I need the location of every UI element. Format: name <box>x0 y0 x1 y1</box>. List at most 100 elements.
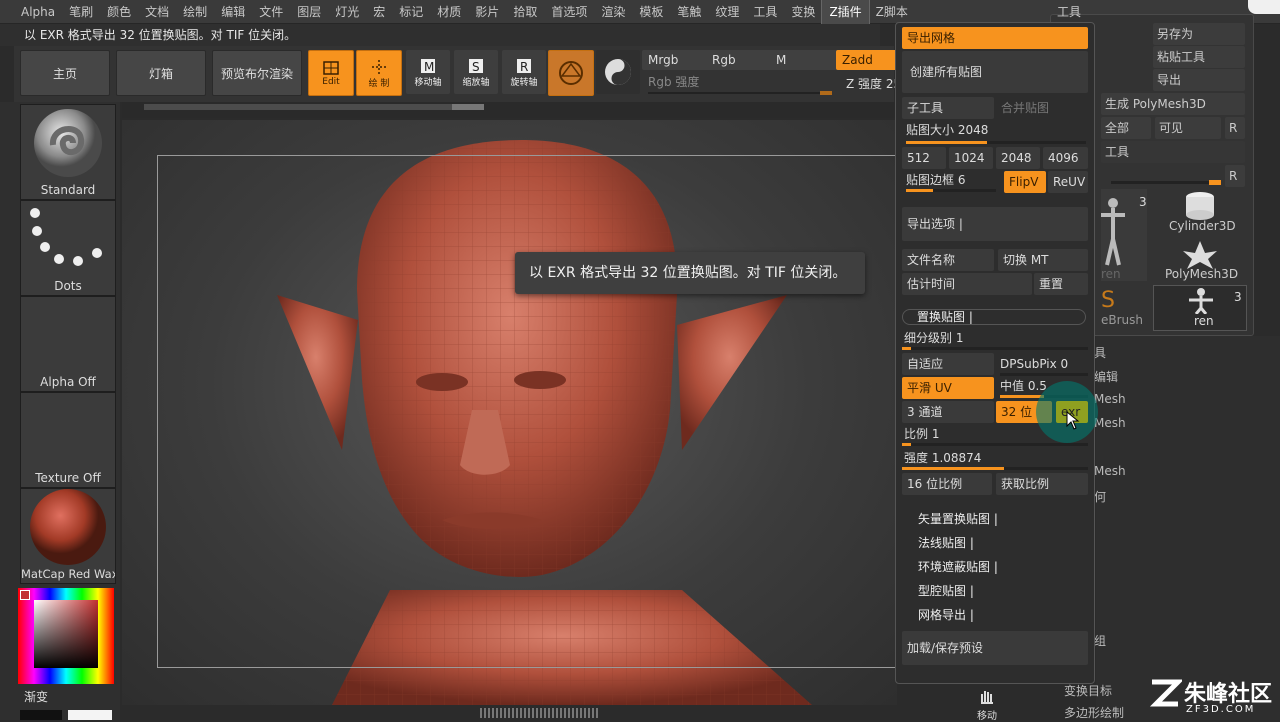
load-save-preset-button[interactable]: 加载/保存预设 <box>902 631 1088 665</box>
get-scale-button[interactable]: 获取比例 <box>996 473 1088 495</box>
export-button[interactable]: 导出 <box>1153 69 1245 91</box>
m-button[interactable]: M <box>770 50 842 70</box>
menu-edit[interactable]: 编辑 <box>214 0 252 24</box>
paste-tool-button[interactable]: 粘贴工具 <box>1153 46 1245 68</box>
menu-document[interactable]: 文档 <box>138 0 176 24</box>
tool-slider-knob[interactable] <box>1209 180 1221 185</box>
polymesh-tool-thumb[interactable]: PolyMesh3D <box>1153 239 1247 285</box>
size-1024-button[interactable]: 1024 <box>949 147 993 169</box>
menu-zscript[interactable]: Z脚本 <box>869 0 915 24</box>
lightbox-button[interactable]: 灯箱 <box>116 50 206 96</box>
horizontal-scroll-thumb[interactable] <box>452 104 484 110</box>
scale-button[interactable]: S 缩放轴 <box>454 50 498 94</box>
normal-map-section[interactable]: 法线贴图 | <box>902 535 1104 551</box>
horizontal-scroll-track[interactable] <box>144 104 484 110</box>
visible-button[interactable]: 可见 <box>1155 117 1221 139</box>
vector-displacement-section[interactable]: 矢量置换贴图 | <box>902 511 1104 527</box>
menu-zplugin[interactable]: Z插件 <box>821 0 870 25</box>
color-picker[interactable] <box>18 588 114 684</box>
menu-preferences[interactable]: 首选项 <box>544 0 594 24</box>
tool-slider-track[interactable] <box>1111 181 1221 184</box>
brush-thumbnail[interactable]: Standard <box>20 104 116 200</box>
menu-movie[interactable]: 影片 <box>468 0 506 24</box>
create-all-maps-button[interactable]: 创建所有贴图 <box>902 51 1088 93</box>
canvas-viewport[interactable] <box>122 120 897 705</box>
bit16-scale-button[interactable]: 16 位比例 <box>902 473 992 495</box>
dpsubpix-slider[interactable]: DPSubPix 0 <box>1000 353 1088 375</box>
rotate-button[interactable]: R 旋转轴 <box>502 50 546 94</box>
tray-item-5[interactable]: Mesh <box>1094 464 1126 478</box>
r2-button[interactable]: R <box>1225 165 1245 187</box>
alpha-thumbnail[interactable]: Alpha Off <box>20 296 116 392</box>
menu-marker[interactable]: 标记 <box>392 0 430 24</box>
material-thumbnail[interactable]: MatCap Red Wax <box>20 488 116 584</box>
adaptive-button[interactable]: 自适应 <box>902 353 994 375</box>
menu-render[interactable]: 渲染 <box>594 0 632 24</box>
edit-button[interactable]: Edit <box>308 50 354 96</box>
cylinder-tool-thumb[interactable]: Cylinder3D <box>1153 189 1247 237</box>
sphere-material-button[interactable] <box>548 50 594 96</box>
menu-stroke[interactable]: 笔触 <box>670 0 708 24</box>
menu-texture[interactable]: 纹理 <box>708 0 746 24</box>
subdiv-level-slider[interactable] <box>902 347 1088 350</box>
reuv-button[interactable]: ReUV <box>1048 171 1088 193</box>
switch-mt-button[interactable]: 切换 MT <box>998 249 1088 271</box>
gyro-button[interactable] <box>596 50 640 94</box>
menu-tool[interactable]: 工具 <box>746 0 784 24</box>
bottom-scroll-handle[interactable] <box>480 708 600 718</box>
tray-item-7[interactable]: 组 <box>1094 632 1106 649</box>
export-mesh-title[interactable]: 导出网格 <box>902 27 1088 49</box>
home-button[interactable]: 主页 <box>20 50 110 96</box>
ambient-occlusion-section[interactable]: 环境遮蔽贴图 | <box>902 559 1104 575</box>
menu-material[interactable]: 材质 <box>430 0 468 24</box>
menu-color[interactable]: 颜色 <box>100 0 138 24</box>
channels-button[interactable]: 3 通道 <box>902 401 994 423</box>
tray-item-1[interactable]: 具 <box>1094 344 1106 361</box>
rgb-intensity-slider[interactable]: Rgb 强度 <box>642 72 842 92</box>
tray-item-6[interactable]: 何 <box>1094 488 1106 505</box>
menu-layer[interactable]: 图层 <box>290 0 328 24</box>
file-name-button[interactable]: 文件名称 <box>902 249 994 271</box>
scale-slider[interactable] <box>902 443 1088 446</box>
secondary-color-swatch[interactable] <box>20 710 62 720</box>
main-color-swatch[interactable] <box>20 590 30 600</box>
simplebrush-tool-thumb[interactable]: S eBrush <box>1101 287 1151 331</box>
move-hand-button[interactable]: 移动 <box>970 688 1004 722</box>
polypaint-item[interactable]: 多边形绘制 <box>1064 704 1124 721</box>
menu-light[interactable]: 灯光 <box>328 0 366 24</box>
all-button[interactable]: 全部 <box>1101 117 1151 139</box>
menu-transform[interactable]: 变换 <box>784 0 822 24</box>
mesh-export-section[interactable]: 网格导出 | <box>902 607 1104 623</box>
move-button[interactable]: M 移动轴 <box>406 50 450 94</box>
primary-color-swatch[interactable] <box>68 710 112 720</box>
transform-target-item[interactable]: 变换目标 <box>1064 682 1112 699</box>
menu-picker[interactable]: 拾取 <box>506 0 544 24</box>
menu-draw[interactable]: 绘制 <box>176 0 214 24</box>
subtool-button[interactable]: 子工具 <box>902 97 994 119</box>
preview-boolean-render-button[interactable]: 预览布尔渲染 <box>212 50 302 96</box>
r-button[interactable]: R <box>1225 117 1245 139</box>
ren2-tool-thumb[interactable]: ren 3 <box>1153 285 1247 331</box>
rgb-button[interactable]: Rgb <box>706 50 776 70</box>
tray-item-3[interactable]: Mesh <box>1094 392 1126 406</box>
texture-thumbnail[interactable]: Texture Off <box>20 392 116 488</box>
mrgb-button[interactable]: Mrgb <box>642 50 712 70</box>
displacement-map-section[interactable]: 置换贴图 | <box>902 309 1086 325</box>
reset-button[interactable]: 重置 <box>1034 273 1088 295</box>
flipv-button[interactable]: FlipV <box>1004 171 1046 193</box>
merge-maps-button[interactable]: 合并贴图 <box>996 97 1088 119</box>
tray-item-4[interactable]: Mesh <box>1094 416 1126 430</box>
size-4096-button[interactable]: 4096 <box>1043 147 1088 169</box>
size-2048-button[interactable]: 2048 <box>996 147 1040 169</box>
smooth-uv-button[interactable]: 平滑 UV <box>902 377 994 399</box>
export-options-section[interactable]: 导出选项 | <box>902 207 1088 241</box>
menu-brush[interactable]: 笔刷 <box>62 0 100 24</box>
rgb-intensity-knob[interactable] <box>820 91 832 95</box>
menu-macro[interactable]: 宏 <box>366 0 392 24</box>
make-polymesh-button[interactable]: 生成 PolyMesh3D <box>1101 93 1245 115</box>
tray-item-2[interactable]: 编辑 <box>1094 368 1118 385</box>
menu-file[interactable]: 文件 <box>252 0 290 24</box>
menu-alpha[interactable]: Alpha <box>14 0 62 24</box>
draw-button[interactable]: 绘 制 <box>356 50 402 96</box>
cavity-map-section[interactable]: 型腔贴图 | <box>902 583 1104 599</box>
